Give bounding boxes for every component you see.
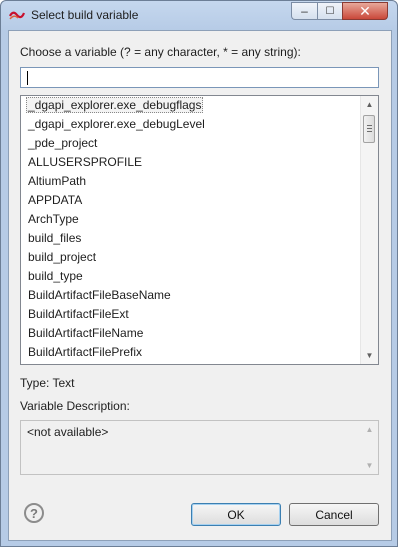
list-item[interactable]: ALLUSERSPROFILE xyxy=(21,153,361,172)
list-item-label: build_type xyxy=(28,269,83,283)
list-item-label: BuildArtifactFileName xyxy=(28,326,144,340)
list-item[interactable]: APPDATA xyxy=(21,191,361,210)
list-item-label: ArchType xyxy=(28,212,79,226)
thumb-grip xyxy=(367,125,372,126)
list-item-label: build_files xyxy=(28,231,82,245)
help-icon[interactable]: ? xyxy=(24,503,44,523)
variable-list-scrollbar[interactable]: ▲ ▼ xyxy=(360,96,378,364)
thumb-grip xyxy=(367,128,372,129)
description-text: <not available> xyxy=(27,425,109,439)
list-item-label: _pde_project xyxy=(28,136,98,150)
list-item[interactable]: build_project xyxy=(21,248,361,267)
description-label: Variable Description: xyxy=(20,399,130,413)
maximize-button[interactable]: ☐ xyxy=(317,2,342,20)
list-item[interactable]: BuildArtifactFileName xyxy=(21,324,361,343)
list-item-label: build_project xyxy=(28,250,97,264)
cancel-label: Cancel xyxy=(315,507,353,522)
ok-label: OK xyxy=(227,507,245,522)
list-item[interactable]: AltiumPath xyxy=(21,172,361,191)
close-button[interactable]: ✕ xyxy=(342,2,388,20)
list-item-label: BuildArtifactFilePrefix xyxy=(28,345,143,359)
title-bar[interactable]: Select build variable ‒ ☐ ✕ xyxy=(1,1,397,31)
list-item-label: BuildArtifactFileBaseName xyxy=(28,288,171,302)
list-item[interactable]: BuildArtifactFilePrefix xyxy=(21,343,361,362)
variable-list[interactable]: _dgapi_explorer.exe_debugflags _dgapi_exp… xyxy=(20,95,379,365)
thumb-grip xyxy=(367,131,372,132)
arrow-up-icon: ▲ xyxy=(365,425,374,434)
list-item[interactable]: _dgapi_explorer.exe_debugLevel xyxy=(21,115,361,134)
dialog-window: Select build variable ‒ ☐ ✕ Choose a var… xyxy=(0,0,398,547)
minimize-icon: ‒ xyxy=(301,4,308,18)
list-item[interactable]: ArchType xyxy=(21,210,361,229)
arrow-down-icon: ▼ xyxy=(365,461,374,470)
list-item-label: _dgapi_explorer.exe_debugflags xyxy=(26,97,204,113)
variable-filter-input[interactable] xyxy=(20,67,379,88)
window-title: Select build variable xyxy=(31,8,139,22)
variable-type: Type: Text xyxy=(20,376,75,390)
list-item-label: AltiumPath xyxy=(28,174,87,188)
cancel-button[interactable]: Cancel xyxy=(289,503,379,526)
filter-label: Choose a variable (? = any character, * … xyxy=(20,45,301,59)
arrow-up-icon[interactable]: ▲ xyxy=(361,96,378,113)
description-scrollbar: ▲ ▼ xyxy=(361,421,378,474)
help-glyph: ? xyxy=(30,505,38,521)
text-caret xyxy=(27,71,28,85)
scrollbar-thumb[interactable] xyxy=(363,115,375,143)
list-item[interactable]: build_type xyxy=(21,267,361,286)
list-item[interactable]: build_files xyxy=(21,229,361,248)
dialog-body: Choose a variable (? = any character, * … xyxy=(8,30,392,541)
list-item[interactable]: BuildArtifactFileExt xyxy=(21,305,361,324)
variable-list-items: _dgapi_explorer.exe_debugflags _dgapi_exp… xyxy=(21,96,361,362)
description-box: <not available> ▲ ▼ xyxy=(20,420,379,475)
list-item-label: ALLUSERSPROFILE xyxy=(28,155,143,169)
app-icon xyxy=(9,11,25,20)
list-item[interactable]: _pde_project xyxy=(21,134,361,153)
arrow-down-icon[interactable]: ▼ xyxy=(361,347,378,364)
list-item-label: _dgapi_explorer.exe_debugLevel xyxy=(28,117,205,131)
maximize-icon: ☐ xyxy=(325,5,335,17)
list-item[interactable]: BuildArtifactFileBaseName xyxy=(21,286,361,305)
ok-button[interactable]: OK xyxy=(191,503,281,526)
minimize-button[interactable]: ‒ xyxy=(291,2,317,20)
list-item-label: BuildArtifactFileExt xyxy=(28,307,129,321)
close-icon: ✕ xyxy=(359,2,371,19)
list-item-label: APPDATA xyxy=(28,193,83,207)
list-item[interactable]: _dgapi_explorer.exe_debugflags xyxy=(21,96,361,115)
